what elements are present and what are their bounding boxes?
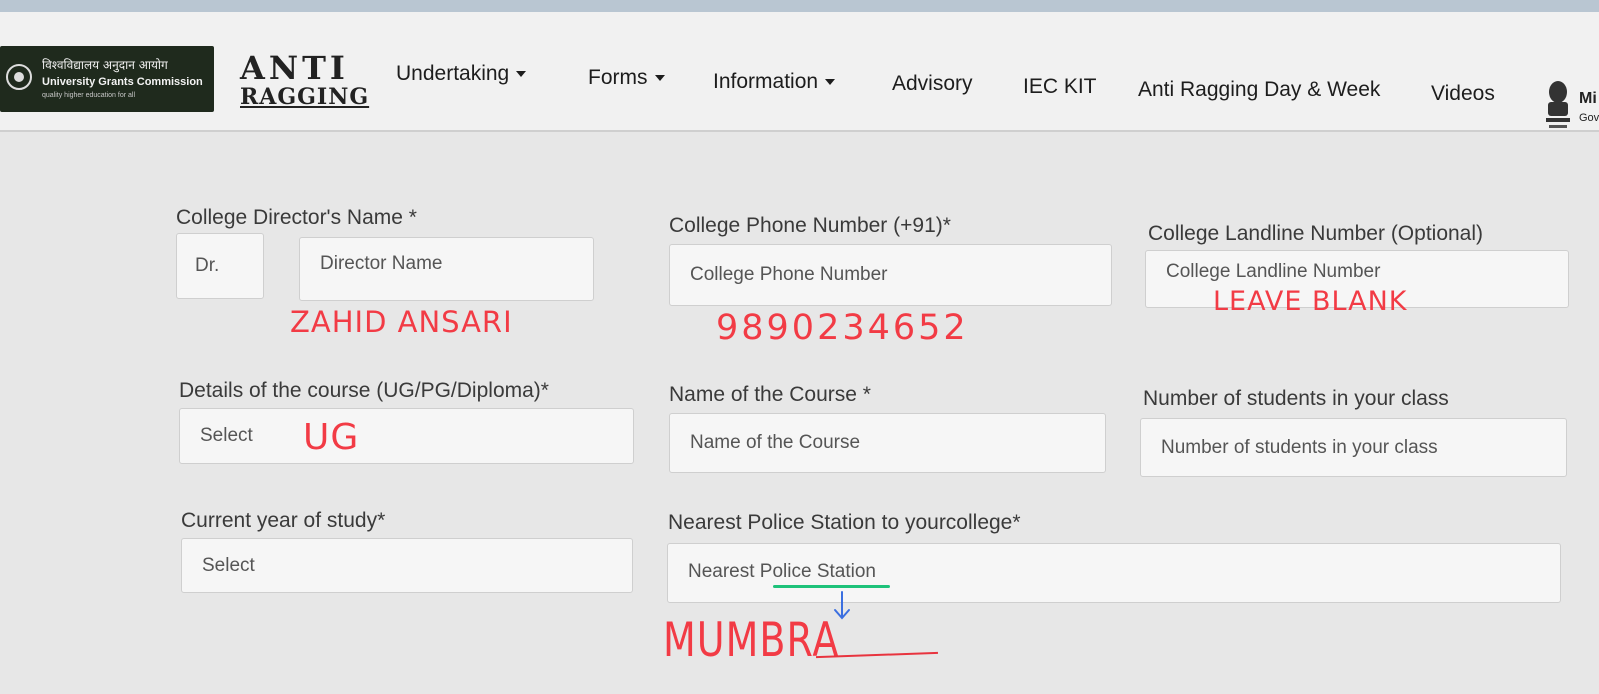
chevron-down-icon <box>825 79 836 86</box>
director-name-input[interactable]: Director Name <box>299 237 594 301</box>
ugc-tagline: quality higher education for all <box>42 92 136 99</box>
nav-undertaking[interactable]: Undertaking <box>396 62 527 86</box>
students-count-input[interactable]: Number of students in your class <box>1140 418 1567 477</box>
students-count-label: Number of students in your class <box>1143 387 1449 410</box>
logo-anti-text: ANTI <box>240 49 349 87</box>
browser-top-strip <box>0 0 1599 12</box>
ugc-hindi-name: विश्वविद्यालय अनुदान आयोग <box>42 58 168 72</box>
anti-ragging-logo[interactable]: ANTI RAGGING <box>240 49 368 116</box>
nav-iec-kit[interactable]: IEC KIT <box>1023 75 1097 99</box>
current-year-select[interactable]: Select <box>181 538 633 593</box>
handwritten-director-name: ZAHID ANSARI <box>290 305 513 339</box>
chevron-down-icon <box>516 71 527 78</box>
course-name-label: Name of the Course * <box>669 383 871 406</box>
ugc-name: University Grants Commission <box>42 76 203 88</box>
nav-advisory[interactable]: Advisory <box>892 72 973 96</box>
ugc-logo[interactable]: विश्वविद्यालय अनुदान आयोग University Gra… <box>0 46 214 112</box>
nav-information[interactable]: Information <box>713 70 836 94</box>
national-emblem-icon <box>1546 81 1570 128</box>
phone-number-input[interactable]: College Phone Number <box>669 244 1112 306</box>
director-name-label: College Director's Name * <box>176 206 417 229</box>
police-station-label: Nearest Police Station to yourcollege* <box>668 511 1021 534</box>
handwritten-course: UG <box>303 417 360 458</box>
ugc-emblem-icon <box>6 64 32 90</box>
logo-ragging-text: RAGGING <box>240 84 370 110</box>
blue-arrow-icon <box>834 591 850 620</box>
ministry-subtext: Gov <box>1579 112 1599 124</box>
nav-forms-label: Forms <box>588 66 648 89</box>
nav-undertaking-label: Undertaking <box>396 62 510 85</box>
handwritten-police-station: MUMBRA <box>663 612 840 667</box>
chevron-down-icon <box>654 75 665 82</box>
nav-forms[interactable]: Forms <box>588 66 665 90</box>
handwritten-landline-note: LEAVE BLANK <box>1213 286 1408 317</box>
nav-anti-ragging-day[interactable]: Anti Ragging Day & Week <box>1138 78 1380 102</box>
navbar: विश्वविद्यालय अनुदान आयोग University Gra… <box>0 12 1599 132</box>
landline-number-label: College Landline Number (Optional) <box>1148 222 1484 245</box>
green-highlight-underline <box>773 585 890 588</box>
police-station-input[interactable]: Nearest Police Station <box>667 543 1561 603</box>
current-year-label: Current year of study* <box>181 509 386 532</box>
phone-number-label: College Phone Number (+91)* <box>669 214 951 237</box>
course-details-select[interactable]: Select <box>179 408 634 464</box>
handwritten-phone: 9890234652 <box>716 308 969 348</box>
nav-videos[interactable]: Videos <box>1431 82 1495 106</box>
ministry-text: Mi <box>1579 90 1597 107</box>
nav-information-label: Information <box>713 70 819 93</box>
course-name-input[interactable]: Name of the Course <box>669 413 1106 473</box>
course-details-label: Details of the course (UG/PG/Diploma)* <box>179 379 549 402</box>
director-prefix-select[interactable]: Dr. <box>176 233 264 299</box>
